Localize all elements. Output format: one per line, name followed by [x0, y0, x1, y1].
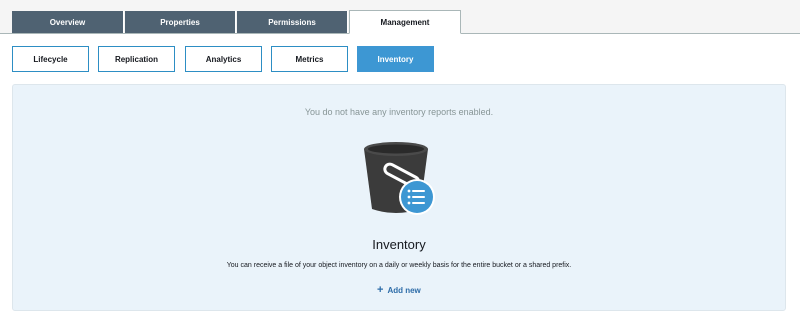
top-tab-bar: Overview Properties Permissions Manageme…: [0, 0, 800, 34]
plus-icon: +: [377, 283, 384, 296]
bucket-list-icon: [364, 142, 435, 215]
add-new-button[interactable]: + Add new: [377, 283, 421, 297]
subtab-metrics[interactable]: Metrics: [271, 46, 348, 72]
subtab-analytics[interactable]: Analytics: [185, 46, 262, 72]
tab-management[interactable]: Management: [349, 10, 461, 34]
subtab-inventory[interactable]: Inventory: [357, 46, 434, 72]
subtab-lifecycle[interactable]: Lifecycle: [12, 46, 89, 72]
tab-properties[interactable]: Properties: [125, 11, 236, 33]
inventory-panel: You do not have any inventory reports en…: [12, 84, 786, 311]
panel-description: You can receive a file of your object in…: [226, 262, 572, 269]
tab-permissions[interactable]: Permissions: [237, 11, 348, 33]
add-new-label: Add new: [387, 285, 421, 295]
subtab-replication[interactable]: Replication: [98, 46, 175, 72]
empty-state-message: You do not have any inventory reports en…: [304, 107, 494, 117]
tab-overview[interactable]: Overview: [12, 11, 124, 33]
panel-title: Inventory: [372, 237, 426, 252]
